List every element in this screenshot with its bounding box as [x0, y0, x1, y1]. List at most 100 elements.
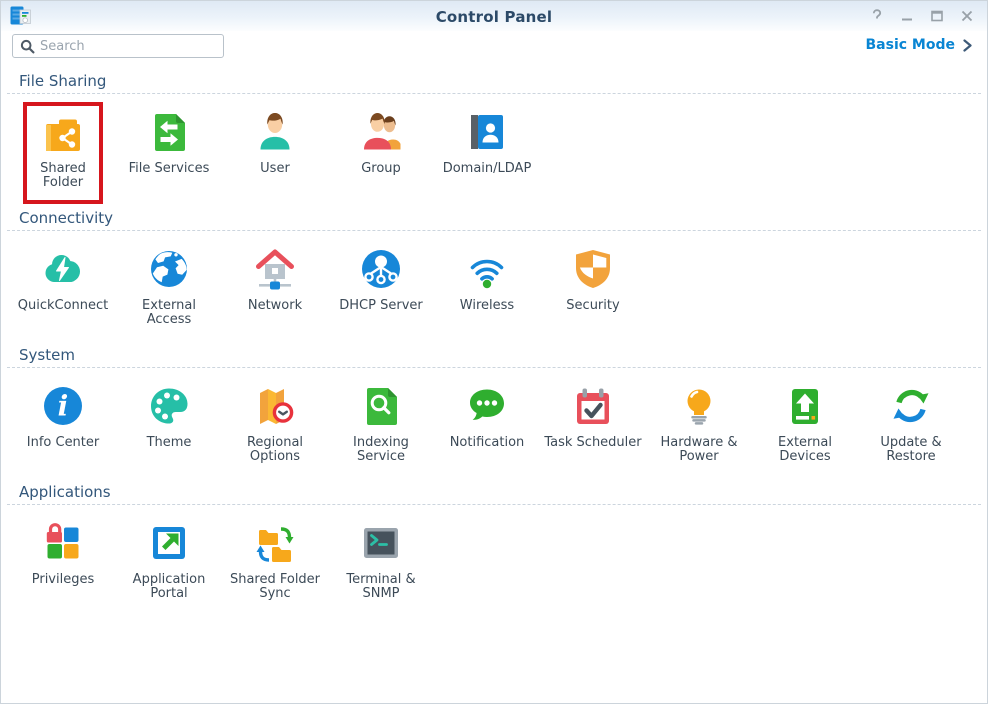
cp-item-label: Regional Options [225, 436, 325, 464]
shared-folder-icon [39, 108, 87, 156]
file-services-icon [145, 108, 193, 156]
theme-icon [145, 382, 193, 430]
section-title-applications: Applications [19, 483, 969, 501]
maximize-icon [929, 8, 945, 24]
section-items-row: Privileges Application PortalShared Folde… [1, 505, 987, 609]
cp-item-label: QuickConnect [18, 299, 109, 313]
section-title-file-sharing: File Sharing [19, 72, 969, 90]
window-title: Control Panel [1, 8, 987, 26]
cp-item-terminal-snmp[interactable]: Terminal & SNMP [328, 517, 434, 607]
domain-ldap-icon [463, 108, 511, 156]
cp-item-label: Privileges [32, 573, 95, 587]
cp-item-label: DHCP Server [339, 299, 422, 313]
cp-item-dhcp-server[interactable]: DHCP Server [328, 243, 434, 319]
cp-item-label: Shared Folder Sync [225, 573, 325, 601]
shared-folder-sync-icon [251, 519, 299, 567]
cp-item-indexing-service[interactable]: Indexing Service [328, 380, 434, 470]
help-icon [869, 8, 885, 24]
minimize-button[interactable] [897, 6, 917, 26]
section-file-sharing: File Sharing Shared Folder File Services Us… [1, 72, 987, 198]
cp-item-label: Security [566, 299, 619, 313]
application-portal-icon [145, 519, 193, 567]
privileges-icon [39, 519, 87, 567]
search-box[interactable] [12, 34, 224, 58]
cp-item-label: Hardware & Power [649, 436, 749, 464]
cp-item-label: Shared Folder [28, 162, 98, 190]
section-title-system: System [19, 346, 969, 364]
network-icon [251, 245, 299, 293]
regional-options-icon [251, 382, 299, 430]
wireless-icon [463, 245, 511, 293]
cp-item-label: Theme [147, 436, 192, 450]
section-items-row: QuickConnect External Access Network DHCP S… [1, 231, 987, 335]
cp-item-info-center[interactable]: i Info Center [10, 380, 116, 456]
cp-item-group[interactable]: Group [328, 106, 434, 182]
cp-item-label: Notification [450, 436, 525, 450]
cp-item-notification[interactable]: Notification [434, 380, 540, 456]
titlebar: Control Panel [1, 1, 987, 31]
cp-item-network[interactable]: Network [222, 243, 328, 319]
cp-item-quickconnect[interactable]: QuickConnect [10, 243, 116, 319]
info-center-icon: i [39, 382, 87, 430]
cp-item-external-devices[interactable]: External Devices [752, 380, 858, 470]
cp-item-shared-folder[interactable]: Shared Folder [10, 106, 116, 196]
user-icon [251, 108, 299, 156]
hardware-power-icon [675, 382, 723, 430]
cp-item-privileges[interactable]: Privileges [10, 517, 116, 593]
cp-item-security[interactable]: Security [540, 243, 646, 319]
cp-item-user[interactable]: User [222, 106, 328, 182]
cp-item-label: Wireless [460, 299, 514, 313]
security-icon [569, 245, 617, 293]
close-button[interactable] [957, 6, 977, 26]
section-title-connectivity: Connectivity [19, 209, 969, 227]
cp-item-hardware-power[interactable]: Hardware & Power [646, 380, 752, 470]
cp-item-domain-ldap[interactable]: Domain/LDAP [434, 106, 540, 182]
task-scheduler-icon [569, 382, 617, 430]
cp-item-label: Domain/LDAP [443, 162, 532, 176]
minimize-icon [899, 8, 915, 24]
quickconnect-icon [39, 245, 87, 293]
cp-item-label: Group [361, 162, 401, 176]
cp-item-file-services[interactable]: File Services [116, 106, 222, 182]
cp-item-label: Application Portal [119, 573, 219, 601]
indexing-service-icon [357, 382, 405, 430]
cp-item-theme[interactable]: Theme [116, 380, 222, 456]
search-icon [20, 39, 35, 54]
sections-container: File Sharing Shared Folder File Services Us… [1, 72, 987, 609]
cp-item-label: User [260, 162, 290, 176]
cp-item-wireless[interactable]: Wireless [434, 243, 540, 319]
external-access-icon [145, 245, 193, 293]
cp-item-label: External Access [119, 299, 219, 327]
cp-item-regional-options[interactable]: Regional Options [222, 380, 328, 470]
cp-item-shared-folder-sync[interactable]: Shared Folder Sync [222, 517, 328, 607]
section-items-row: i Info Center Theme Regional OptionsIndexin… [1, 368, 987, 472]
cp-item-label: Info Center [27, 436, 100, 450]
maximize-button[interactable] [927, 6, 947, 26]
update-restore-icon [887, 382, 935, 430]
toolbar: Basic Mode [1, 31, 987, 61]
section-applications: Applications Privileges Application Portal… [1, 483, 987, 609]
cp-item-label: Network [248, 299, 302, 313]
cp-item-external-access[interactable]: External Access [116, 243, 222, 333]
help-button[interactable] [867, 6, 887, 26]
cp-item-update-restore[interactable]: Update & Restore [858, 380, 964, 470]
terminal-snmp-icon [357, 519, 405, 567]
cp-item-label: Task Scheduler [544, 436, 641, 450]
section-connectivity: Connectivity QuickConnect External Access N… [1, 209, 987, 335]
close-icon [959, 8, 975, 24]
section-items-row: Shared Folder File Services User Group Domai… [1, 94, 987, 198]
window-controls [867, 6, 977, 26]
cp-item-label: File Services [129, 162, 210, 176]
section-system: System i Info Center Theme Regional OptionsI… [1, 346, 987, 472]
search-input[interactable] [40, 39, 223, 54]
basic-mode-link[interactable]: Basic Mode [866, 37, 974, 53]
dhcp-server-icon [357, 245, 405, 293]
chevron-right-icon [962, 39, 973, 52]
cp-item-label: External Devices [755, 436, 855, 464]
cp-item-label: Indexing Service [331, 436, 431, 464]
control-panel-window: Control Panel Basic Mode File Sharing Sha… [0, 0, 988, 704]
cp-item-application-portal[interactable]: Application Portal [116, 517, 222, 607]
cp-item-task-scheduler[interactable]: Task Scheduler [540, 380, 646, 456]
svg-text:i: i [58, 390, 69, 423]
notification-icon [463, 382, 511, 430]
